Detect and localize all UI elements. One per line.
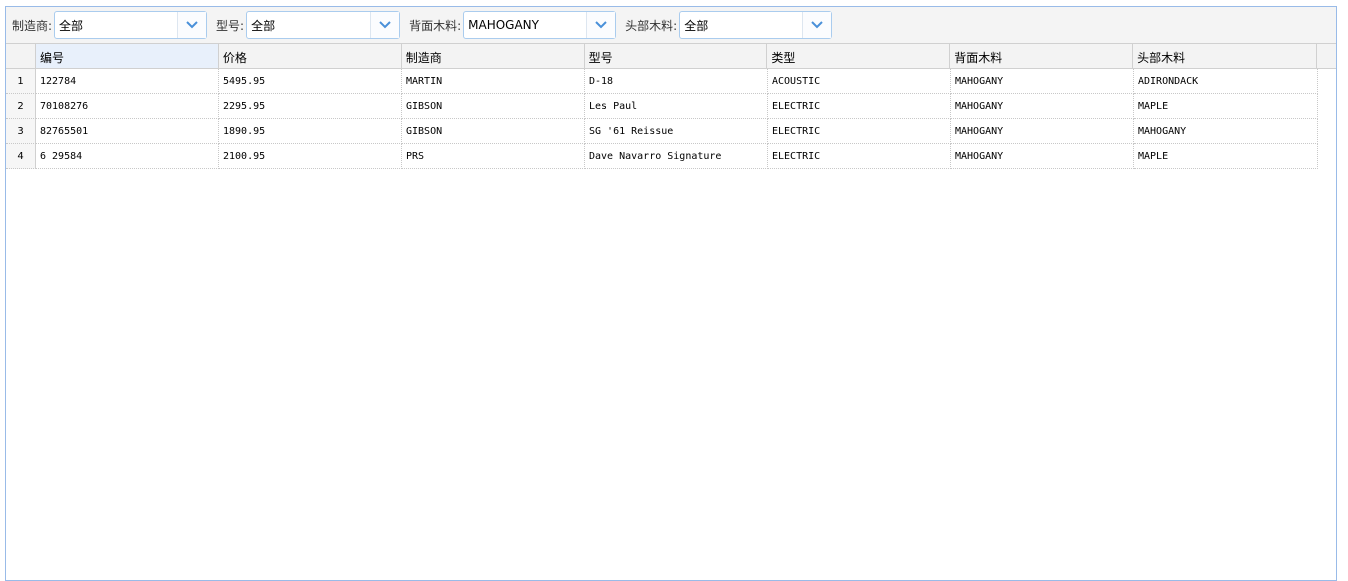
chevron-down-icon[interactable] bbox=[370, 12, 400, 38]
cell-type: ELECTRIC bbox=[768, 119, 951, 144]
filter-toolbar: 制造商: 全部 型号: 全部 背面木料: MAHOGANY 头部木料: 全部 bbox=[6, 7, 1336, 44]
backwood-combo[interactable]: MAHOGANY bbox=[463, 11, 617, 39]
cell-serial: 70108276 bbox=[36, 94, 219, 119]
row-number-header bbox=[6, 44, 36, 68]
filter-label-backwood: 背面木料: bbox=[409, 18, 462, 33]
cell-price: 1890.95 bbox=[219, 119, 402, 144]
row-number: 2 bbox=[6, 94, 36, 119]
topwood-combo-value: 全部 bbox=[684, 18, 709, 33]
model-combo[interactable]: 全部 bbox=[246, 11, 401, 39]
cell-model: Les Paul bbox=[585, 94, 768, 119]
cell-model: D-18 bbox=[585, 69, 768, 94]
cell-backwood: MAHOGANY bbox=[951, 119, 1134, 144]
cell-topwood: MAPLE bbox=[1134, 94, 1318, 119]
filter-label-builder: 制造商: bbox=[12, 18, 53, 33]
col-header-builder[interactable]: 制造商 bbox=[402, 44, 585, 68]
cell-model: SG '61 Reissue bbox=[585, 119, 768, 144]
table-row[interactable]: 2 70108276 2295.95 GIBSON Les Paul ELECT… bbox=[6, 94, 1336, 119]
cell-topwood: ADIRONDACK bbox=[1134, 69, 1318, 94]
cell-topwood: MAHOGANY bbox=[1134, 119, 1318, 144]
chevron-down-icon[interactable] bbox=[177, 12, 207, 38]
cell-type: ELECTRIC bbox=[768, 94, 951, 119]
grid-header: 编号 价格 制造商 型号 类型 背面木料 头部木料 bbox=[6, 44, 1336, 69]
backwood-combo-value: MAHOGANY bbox=[468, 18, 539, 32]
cell-serial: 82765501 bbox=[36, 119, 219, 144]
table-row[interactable]: 4 6 29584 2100.95 PRS Dave Navarro Signa… bbox=[6, 144, 1336, 169]
cell-builder: GIBSON bbox=[402, 94, 585, 119]
chevron-down-icon[interactable] bbox=[802, 12, 832, 38]
guitar-search-panel: 制造商: 全部 型号: 全部 背面木料: MAHOGANY 头部木料: 全部 编… bbox=[5, 6, 1337, 581]
header-scroll-spacer bbox=[1317, 44, 1336, 68]
cell-type: ACOUSTIC bbox=[768, 69, 951, 94]
builder-combo-value: 全部 bbox=[59, 18, 84, 33]
cell-model: Dave Navarro Signature bbox=[585, 144, 768, 169]
cell-price: 5495.95 bbox=[219, 69, 402, 94]
cell-topwood: MAPLE bbox=[1134, 144, 1318, 169]
table-row[interactable]: 3 82765501 1890.95 GIBSON SG '61 Reissue… bbox=[6, 119, 1336, 144]
col-header-type[interactable]: 类型 bbox=[767, 44, 951, 68]
cell-serial: 6 29584 bbox=[36, 144, 219, 169]
row-number: 4 bbox=[6, 144, 36, 169]
col-header-backwood[interactable]: 背面木料 bbox=[950, 44, 1134, 68]
guitar-grid: 编号 价格 制造商 型号 类型 背面木料 头部木料 1 122784 5495.… bbox=[6, 44, 1336, 580]
cell-serial: 122784 bbox=[36, 69, 219, 94]
col-header-serial[interactable]: 编号 bbox=[35, 44, 219, 68]
row-number: 1 bbox=[6, 69, 36, 94]
filter-label-topwood: 头部木料: bbox=[625, 18, 678, 33]
cell-backwood: MAHOGANY bbox=[951, 69, 1134, 94]
builder-combo[interactable]: 全部 bbox=[54, 11, 208, 39]
cell-backwood: MAHOGANY bbox=[951, 94, 1134, 119]
cell-builder: MARTIN bbox=[402, 69, 585, 94]
cell-price: 2100.95 bbox=[219, 144, 402, 169]
cell-builder: GIBSON bbox=[402, 119, 585, 144]
cell-backwood: MAHOGANY bbox=[951, 144, 1134, 169]
topwood-combo[interactable]: 全部 bbox=[679, 11, 833, 39]
cell-builder: PRS bbox=[402, 144, 585, 169]
cell-price: 2295.95 bbox=[219, 94, 402, 119]
filter-label-model: 型号: bbox=[216, 18, 245, 33]
chevron-down-icon[interactable] bbox=[586, 12, 616, 38]
col-header-price[interactable]: 价格 bbox=[219, 44, 402, 68]
col-header-topwood[interactable]: 头部木料 bbox=[1133, 44, 1317, 68]
cell-type: ELECTRIC bbox=[768, 144, 951, 169]
row-number: 3 bbox=[6, 119, 36, 144]
model-combo-value: 全部 bbox=[251, 18, 276, 33]
col-header-model[interactable]: 型号 bbox=[585, 44, 768, 68]
table-row[interactable]: 1 122784 5495.95 MARTIN D-18 ACOUSTIC MA… bbox=[6, 69, 1336, 94]
